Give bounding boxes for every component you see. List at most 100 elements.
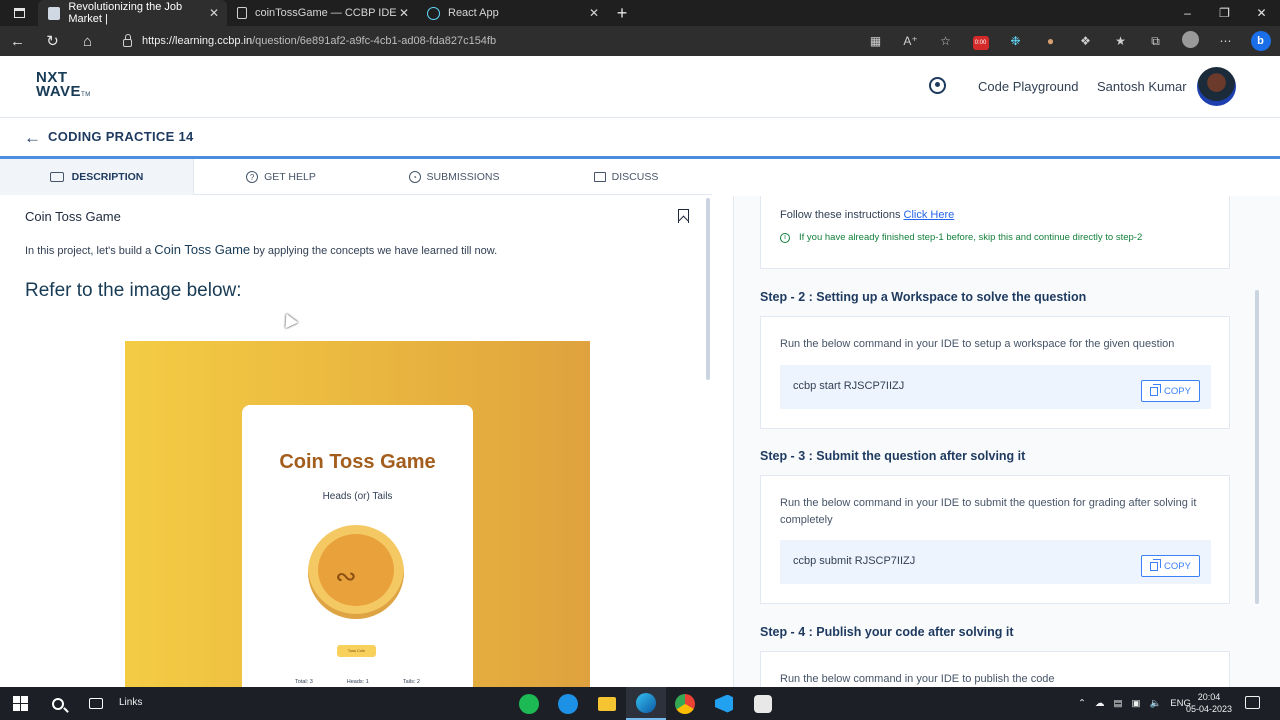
step-1-note: i If you have already finished step-1 be… [780, 232, 1142, 243]
volume-icon[interactable]: 🔈 [1149, 698, 1161, 709]
description-icon [49, 172, 64, 182]
search-icon[interactable] [38, 687, 78, 720]
page-title-bar: ← CODING PRACTICE 14 [0, 119, 1280, 157]
home-icon[interactable]: ⌂ [70, 26, 105, 56]
chat-icon [593, 172, 606, 182]
file-explorer-icon[interactable] [587, 687, 627, 720]
restore-icon[interactable]: ❐ [1206, 0, 1243, 26]
reading-view-icon[interactable]: ▦ [858, 34, 893, 48]
browser-toolbar: ← ↻ ⌂ https://learning.ccbp.in/question/… [0, 26, 1280, 56]
bookmark-icon[interactable] [678, 209, 689, 223]
browser-extension-icons: ▦ A⁺ ☆ 0:00 ❉ ● ❖ ★ ⧉ ⋯ b [858, 26, 1278, 56]
read-aloud-icon[interactable]: A⁺ [893, 34, 928, 48]
question-title: Coin Toss Game [25, 209, 121, 224]
cookie-icon[interactable]: ● [1033, 34, 1068, 48]
coin-wave-icon: ∾ [335, 561, 357, 591]
copy-button[interactable]: COPY [1141, 380, 1200, 402]
react-favicon-icon [427, 6, 440, 20]
preview-stat-heads: Heads: 1 [346, 679, 369, 685]
extensions-icon[interactable]: ❖ [1068, 34, 1103, 48]
taskbar-date: 05-04-2023 [1186, 704, 1233, 714]
react-devtools-icon[interactable]: ❉ [998, 34, 1033, 48]
new-tab-button[interactable]: + [607, 0, 637, 26]
refer-heading: Refer to the image below: [25, 280, 242, 301]
windows-taskbar: Links ⌃ ☁ ▤ ▣ 🔈 ENG 20:04 05-04-2023 [0, 687, 1280, 720]
cursor-tool-icon[interactable] [743, 687, 783, 720]
back-icon[interactable]: ← [0, 26, 35, 56]
task-view-icon[interactable] [76, 687, 116, 720]
panel-divider[interactable] [713, 159, 733, 687]
browser-tab-3-title: React App [448, 7, 499, 19]
back-arrow-icon[interactable]: ← [24, 128, 41, 148]
description-scrollbar[interactable] [706, 198, 710, 380]
tab-get-help-label: GET HELP [264, 171, 316, 183]
bing-icon[interactable]: b [1243, 31, 1278, 51]
more-icon[interactable]: ⋯ [1208, 34, 1243, 48]
reload-icon[interactable]: ↻ [35, 26, 70, 56]
tray-expand-icon[interactable]: ⌃ [1078, 698, 1086, 709]
links-toolbar[interactable]: Links [119, 697, 142, 708]
clock-icon: ◔ [408, 171, 421, 183]
step-4-box: Run the below command in your IDE to pub… [760, 651, 1230, 687]
tab-discuss[interactable]: DISCUSS [540, 159, 712, 195]
favorites-icon[interactable]: ★ [1103, 34, 1138, 48]
page-title: CODING PRACTICE 14 [48, 129, 194, 144]
code-playground-link[interactable]: Code Playground [978, 79, 1078, 94]
help-icon: ? [246, 171, 259, 183]
avatar[interactable] [1197, 67, 1236, 106]
close-window-icon[interactable]: ✕ [1243, 0, 1280, 26]
copy-button-label: COPY [1164, 560, 1191, 572]
lock-icon [123, 34, 132, 47]
address-bar[interactable]: https://learning.ccbp.in/question/6e891a… [118, 29, 846, 53]
copy-button[interactable]: COPY [1141, 555, 1200, 577]
browser-tab-3[interactable]: React App ✕ [417, 0, 607, 26]
tab-submissions[interactable]: ◔ SUBMISSIONS [368, 159, 540, 195]
start-button[interactable] [0, 687, 40, 720]
info-icon: i [780, 232, 790, 243]
windows-logo-icon [12, 696, 28, 711]
edge-icon[interactable] [626, 687, 666, 720]
notification-icon[interactable] [1245, 696, 1260, 709]
tab-list-icon[interactable] [0, 0, 38, 26]
taskbar-clock[interactable]: 20:04 05-04-2023 [1186, 691, 1232, 715]
user-name[interactable]: Santosh Kumar [1097, 79, 1187, 94]
site-header: NXT WAVETM Code Playground Santosh Kumar [0, 56, 1280, 118]
step-3-text: Run the below command in your IDE to sub… [780, 497, 1197, 526]
steps-scrollbar[interactable] [1255, 290, 1259, 604]
tab-description-label: DESCRIPTION [71, 171, 144, 183]
step-2-command: ccbp start RJSCP7IIZJ [793, 380, 905, 392]
docker-icon[interactable] [548, 687, 588, 720]
browser-tab-2[interactable]: coinTossGame — CCBP IDE ✕ [227, 0, 417, 26]
favorite-icon[interactable]: ☆ [928, 34, 963, 48]
chrome-icon[interactable] [665, 687, 705, 720]
url-host: https://learning.ccbp.in [142, 35, 253, 47]
minimize-icon[interactable]: – [1169, 0, 1206, 26]
vscode-icon[interactable] [704, 687, 744, 720]
step-4-text: Run the below command in your IDE to pub… [780, 673, 1055, 685]
onedrive-icon[interactable]: ☁ [1095, 698, 1105, 709]
close-tab-3-icon[interactable]: ✕ [589, 6, 599, 20]
network-icon[interactable]: ▣ [1131, 698, 1140, 709]
nxtwave-logo[interactable]: NXT WAVETM [36, 70, 91, 102]
close-tab-1-icon[interactable]: ✕ [209, 6, 219, 20]
close-tab-2-icon[interactable]: ✕ [399, 6, 409, 20]
recording-extension-icon[interactable]: 0:00 [963, 33, 998, 50]
taskbar-time: 20:04 [1197, 692, 1221, 702]
browser-tab-2-title: coinTossGame — CCBP IDE [255, 7, 397, 19]
click-here-link[interactable]: Click Here [904, 209, 955, 221]
step-3-heading: Step - 3 : Submit the question after sol… [760, 449, 1026, 463]
meet-icon[interactable]: ▤ [1113, 698, 1122, 709]
profile-icon[interactable] [1173, 31, 1208, 51]
browser-tab-1[interactable]: Revolutionizing the Job Market | ✕ [38, 0, 227, 26]
collections-icon[interactable]: ⧉ [1138, 34, 1173, 49]
copy-icon [1150, 383, 1162, 396]
spotify-icon[interactable] [509, 687, 549, 720]
tab-discuss-label: DISCUSS [611, 171, 659, 183]
url-path: /question/6e891af2-a9fc-4cb1-ad08-fda827… [252, 35, 497, 47]
window-controls: – ❐ ✕ [1169, 0, 1280, 26]
timer-icon[interactable] [929, 77, 946, 94]
intro-text: In this project, let's build a Coin Toss… [25, 242, 497, 257]
tab-get-help[interactable]: ? GET HELP [194, 159, 368, 195]
tab-description[interactable]: DESCRIPTION [0, 159, 194, 195]
preview-stat-total: Total: 3 [295, 679, 313, 685]
